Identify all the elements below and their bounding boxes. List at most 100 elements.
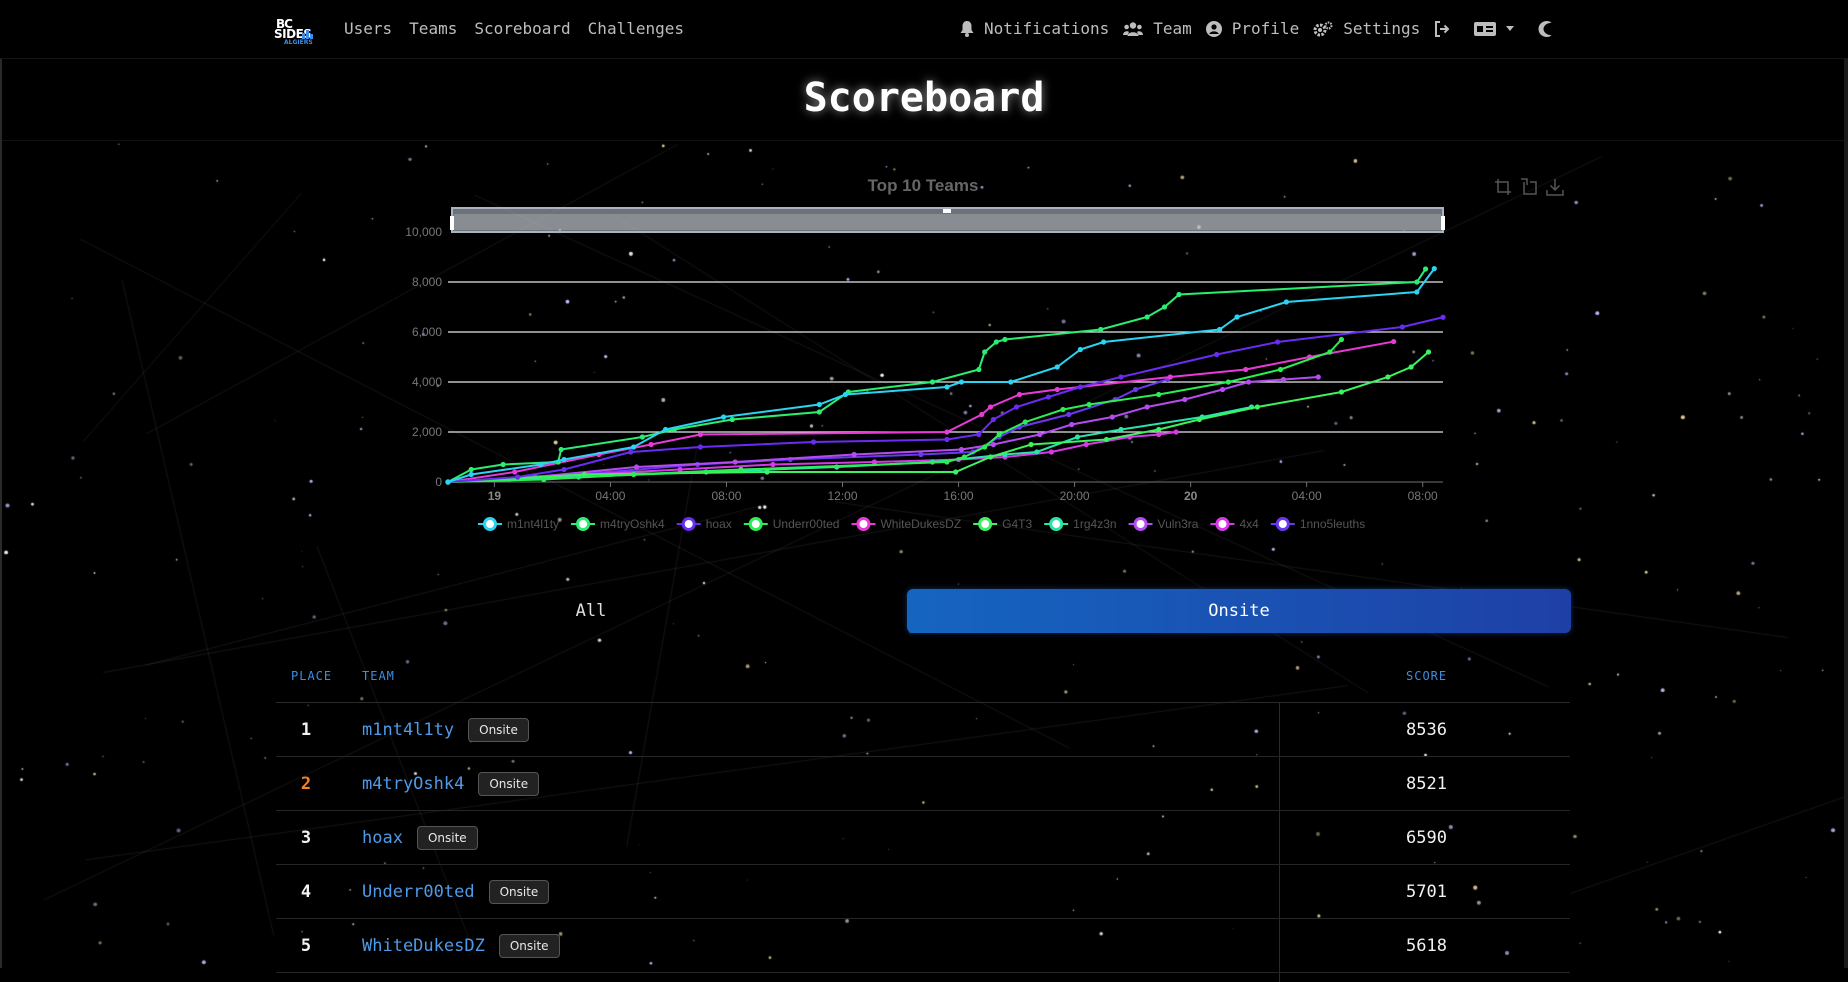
data-point[interactable] (1086, 401, 1092, 408)
nav-settings-label[interactable]: Settings (1343, 19, 1420, 38)
data-point[interactable] (558, 446, 564, 453)
data-point[interactable] (468, 471, 474, 478)
team-link[interactable]: m1nt4l1ty (362, 720, 454, 740)
data-point[interactable] (929, 379, 936, 385)
data-point[interactable] (1034, 449, 1040, 455)
data-point[interactable] (1118, 426, 1124, 433)
data-point[interactable] (1013, 404, 1020, 410)
data-point[interactable] (1008, 379, 1014, 385)
data-point[interactable] (639, 434, 645, 440)
data-point[interactable] (1283, 299, 1289, 305)
data-point[interactable] (1277, 366, 1284, 373)
data-point[interactable] (1118, 374, 1124, 380)
data-point[interactable] (648, 441, 654, 448)
legend-item[interactable]: 1rg4z3n (1044, 517, 1117, 531)
data-point[interactable] (961, 454, 967, 460)
legend-item[interactable]: m4tryOshk4 (571, 517, 665, 531)
zoom-select-icon[interactable] (1494, 178, 1512, 200)
data-point[interactable] (842, 391, 849, 398)
data-point[interactable] (764, 469, 770, 475)
data-point[interactable] (1425, 349, 1432, 355)
series-m4tryOshk4[interactable] (445, 266, 1429, 485)
nav-link-challenges[interactable]: Challenges (588, 19, 684, 38)
data-point[interactable] (538, 461, 544, 468)
data-point[interactable] (1173, 429, 1179, 435)
data-point[interactable] (697, 444, 703, 450)
data-point[interactable] (982, 349, 988, 355)
data-point[interactable] (993, 339, 999, 345)
nav-link-teams[interactable]: Teams (409, 19, 457, 38)
data-point[interactable] (944, 459, 950, 465)
team-link[interactable]: hoax (362, 828, 403, 848)
data-point[interactable] (1144, 314, 1150, 320)
bracket-tab-all[interactable]: All (276, 589, 906, 633)
data-point[interactable] (500, 461, 506, 468)
legend-item[interactable]: Vuln3ra (1128, 517, 1199, 531)
legend-item[interactable]: 4x4 (1210, 517, 1259, 531)
data-point[interactable] (1431, 266, 1437, 272)
data-point[interactable] (1037, 431, 1043, 438)
save-image-icon[interactable] (1546, 178, 1564, 200)
data-point[interactable] (1028, 441, 1034, 448)
data-point[interactable] (515, 474, 521, 480)
datazoom-handle-left[interactable] (450, 216, 454, 230)
column-header-score[interactable]: SCORE (1406, 669, 1447, 683)
data-point[interactable] (1060, 406, 1066, 413)
data-point[interactable] (770, 461, 776, 468)
data-point[interactable] (1182, 396, 1188, 403)
data-point[interactable] (631, 471, 637, 478)
nav-notifications[interactable]: Notifications (960, 19, 1109, 38)
data-point[interactable] (996, 431, 1002, 438)
series-G4T3[interactable] (445, 349, 1432, 485)
data-point[interactable] (944, 429, 950, 435)
data-point[interactable] (1156, 426, 1162, 433)
data-point[interactable] (1440, 314, 1446, 320)
data-point[interactable] (1385, 374, 1391, 380)
data-point[interactable] (1066, 411, 1072, 418)
nav-logout[interactable] (1434, 20, 1460, 37)
bsides-logo[interactable]: BC SIDES ALGIERS (272, 17, 322, 46)
nav-profile[interactable]: Profile (1205, 19, 1299, 38)
data-point[interactable] (990, 441, 996, 448)
datazoom-move-handle[interactable] (943, 209, 951, 213)
data-point[interactable] (1225, 379, 1231, 385)
team-link[interactable]: m4tryOshk4 (362, 774, 464, 794)
data-point[interactable] (512, 469, 518, 475)
data-point[interactable] (1246, 379, 1252, 385)
data-point[interactable] (1002, 336, 1008, 343)
data-point[interactable] (810, 439, 817, 445)
data-point[interactable] (1016, 391, 1023, 398)
data-point[interactable] (1338, 336, 1345, 343)
data-point[interactable] (1144, 404, 1150, 410)
data-point[interactable] (662, 426, 669, 433)
team-link[interactable]: Underr00ted (362, 882, 475, 902)
data-point[interactable] (976, 366, 982, 373)
data-point[interactable] (1167, 374, 1173, 380)
legend-item[interactable]: G4T3 (973, 517, 1032, 531)
data-point[interactable] (1161, 304, 1168, 310)
zoom-reset-icon[interactable] (1520, 178, 1538, 200)
legend-item[interactable]: 1nno5leuths (1270, 517, 1365, 531)
data-point[interactable] (982, 444, 988, 450)
data-point[interactable] (1338, 389, 1345, 395)
data-point[interactable] (1275, 339, 1281, 345)
legend-item[interactable]: Underr00ted (743, 517, 840, 531)
column-header-team[interactable]: TEAM (362, 669, 395, 683)
data-point[interactable] (1022, 419, 1028, 425)
team-link[interactable]: WhiteDukesDZ (362, 936, 485, 956)
nav-link-scoreboard[interactable]: Scoreboard (474, 19, 570, 38)
data-point[interactable] (738, 466, 744, 473)
legend-item[interactable]: m1nt4l1ty (478, 517, 559, 531)
data-point[interactable] (987, 454, 994, 460)
data-point[interactable] (1280, 376, 1287, 383)
data-point[interactable] (816, 401, 822, 408)
data-point[interactable] (732, 459, 738, 465)
data-point[interactable] (1254, 404, 1260, 410)
data-point[interactable] (1408, 364, 1414, 370)
datazoom-handle-right[interactable] (1441, 216, 1445, 230)
nav-link-users[interactable]: Users (344, 19, 392, 38)
data-point[interactable] (468, 466, 474, 473)
data-point[interactable] (976, 431, 982, 438)
data-point[interactable] (1156, 431, 1162, 438)
bracket-tab-onsite[interactable]: Onsite (907, 589, 1571, 633)
